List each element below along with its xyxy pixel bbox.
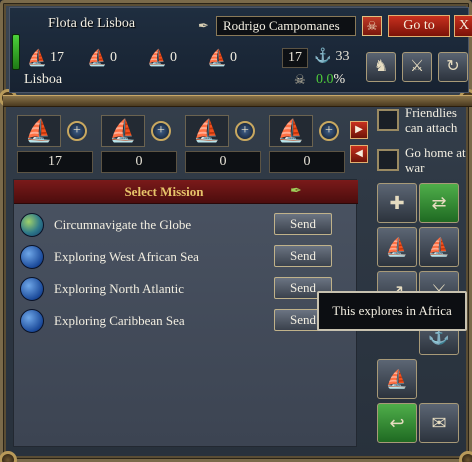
globe-icon bbox=[20, 277, 44, 301]
ornamental-divider bbox=[3, 95, 472, 107]
add-galley-button[interactable]: + bbox=[235, 121, 255, 141]
close-button[interactable]: X bbox=[454, 15, 472, 37]
light-ship-icon: ⛵ bbox=[101, 115, 145, 147]
scroll-left-icon[interactable]: ◀ bbox=[350, 145, 368, 163]
unit-count: 0 bbox=[269, 151, 345, 173]
blockade-button[interactable]: ⛵ bbox=[419, 227, 459, 267]
transport-stat: ⛵ 0 bbox=[204, 48, 254, 68]
light-ship-stat: ⛵ 0 bbox=[84, 48, 144, 68]
total-ships-count: 17 bbox=[282, 48, 308, 68]
unit-slot-transport: ⛵ + 0 bbox=[269, 115, 349, 173]
mission-panel: Select Mission ✒ Circumnavigate the Glob… bbox=[13, 179, 358, 447]
scroll-right-icon[interactable]: ▶ bbox=[350, 121, 368, 139]
mission-item: Exploring Caribbean Sea Send bbox=[14, 306, 358, 336]
heavy-ship-stat: ⛵ 17 bbox=[24, 48, 84, 68]
mission-label: Exploring West African Sea bbox=[54, 249, 199, 264]
heavy-ship-icon: ⛵ bbox=[27, 50, 47, 67]
add-heavy-button[interactable]: + bbox=[67, 121, 87, 141]
mission-label: Circumnavigate the Globe bbox=[54, 217, 192, 232]
unit-slot-heavy: ⛵ + 17 bbox=[17, 115, 97, 173]
mission-item: Exploring North Atlantic Send bbox=[14, 274, 358, 304]
ship-summary-row: ⛵ 17 ⛵ 0 ⛵ 0 ⛵ 0 bbox=[24, 48, 254, 68]
unit-slot-light: ⛵ + 0 bbox=[101, 115, 181, 173]
leader-name-field[interactable]: Rodrigo Campomanes bbox=[216, 16, 356, 36]
send-button[interactable]: Send bbox=[274, 245, 332, 267]
fleet-status-bar bbox=[12, 34, 20, 70]
transport-icon: ⛵ bbox=[269, 115, 313, 147]
go-home-checkbox[interactable] bbox=[377, 149, 399, 171]
fleet-header: Flota de Lisboa ✒ Rodrigo Campomanes ☠ G… bbox=[9, 7, 472, 93]
unit-slot-galley: ⛵ + 0 bbox=[185, 115, 265, 173]
globe-icon bbox=[20, 309, 44, 333]
attrition-value: 0.0% bbox=[316, 72, 346, 87]
globe-icon bbox=[20, 213, 44, 237]
attrition-icon: ☠ bbox=[294, 72, 306, 87]
go-home-label: Go home at war bbox=[405, 145, 466, 175]
transport-icon: ⛵ bbox=[207, 50, 227, 67]
send-button[interactable]: Send bbox=[274, 213, 332, 235]
galley-icon: ⛵ bbox=[147, 50, 167, 67]
return-button[interactable]: ↻ bbox=[438, 52, 468, 82]
friendlies-attach-checkbox[interactable] bbox=[377, 109, 399, 131]
morale-stat: ⚓ 33 bbox=[314, 48, 350, 65]
mission-label: Exploring North Atlantic bbox=[54, 281, 184, 296]
goto-button[interactable]: Go to bbox=[388, 15, 450, 37]
fleet-location[interactable]: Lisboa bbox=[24, 72, 62, 88]
mission-title: Select Mission bbox=[124, 184, 204, 199]
leader-skull-button[interactable]: ☠ bbox=[362, 16, 382, 36]
add-light-button[interactable]: + bbox=[151, 121, 171, 141]
galley-icon: ⛵ bbox=[185, 115, 229, 147]
fleet-name[interactable]: Flota de Lisboa bbox=[48, 16, 135, 32]
patrol-button[interactable]: ⛵ bbox=[377, 227, 417, 267]
mission-item: Exploring West African Sea Send bbox=[14, 242, 358, 272]
mission-item: Circumnavigate the Globe Send bbox=[14, 210, 358, 240]
mission-tooltip: This explores in Africa bbox=[317, 291, 467, 331]
rename-icon[interactable]: ✒ bbox=[198, 18, 209, 34]
fleet-button[interactable]: ⛵ bbox=[377, 359, 417, 399]
heavy-ship-icon: ⛵ bbox=[17, 115, 61, 147]
puzzle-button[interactable]: ✚ bbox=[377, 183, 417, 223]
corner-ornament bbox=[459, 451, 472, 462]
galley-stat: ⛵ 0 bbox=[144, 48, 204, 68]
friendlies-attach-label: Friendlies can attach bbox=[405, 105, 458, 135]
back-arrow-button[interactable]: ↩ bbox=[377, 403, 417, 443]
split-fleet-button[interactable]: ⚔ bbox=[402, 52, 432, 82]
fleet-window: Flota de Lisboa ✒ Rodrigo Campomanes ☠ G… bbox=[0, 0, 472, 462]
unit-count: 17 bbox=[17, 151, 93, 173]
map-button[interactable]: ✉ bbox=[419, 403, 459, 443]
mission-label: Exploring Caribbean Sea bbox=[54, 313, 185, 328]
globe-icon bbox=[20, 245, 44, 269]
unit-count: 0 bbox=[185, 151, 261, 173]
swap-arrows-button[interactable]: ⇄ bbox=[419, 183, 459, 223]
mission-banner: Select Mission ✒ bbox=[14, 180, 358, 204]
morale-icon: ⚓ bbox=[314, 49, 332, 64]
unit-count: 0 bbox=[101, 151, 177, 173]
merge-leader-button[interactable]: ♞ bbox=[366, 52, 396, 82]
quill-icon: ✒ bbox=[290, 184, 302, 199]
add-transport-button[interactable]: + bbox=[319, 121, 339, 141]
corner-ornament bbox=[0, 451, 17, 462]
light-ship-icon: ⛵ bbox=[87, 50, 107, 67]
